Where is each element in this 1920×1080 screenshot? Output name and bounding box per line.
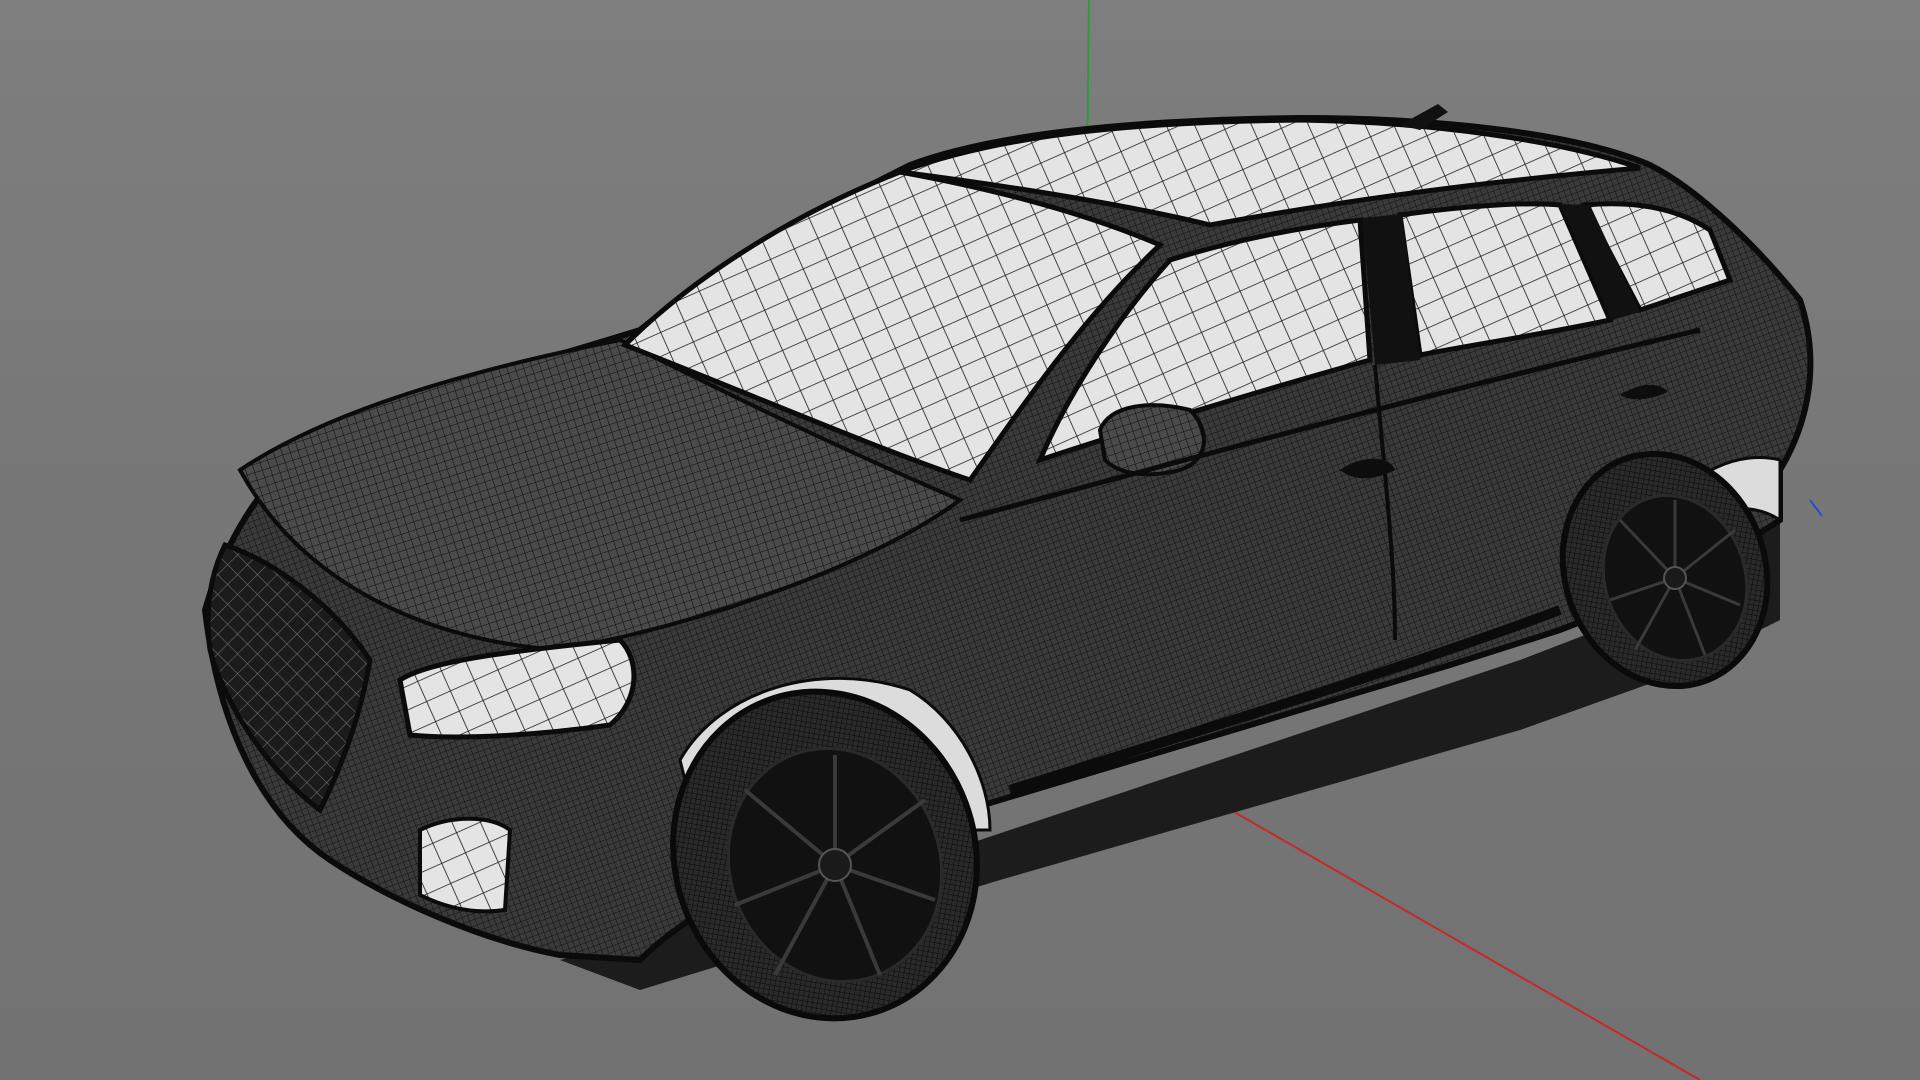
3d-viewport[interactable] [0,0,1920,1080]
z-axis-line [1809,499,1823,517]
car-side-mirror [1097,403,1206,477]
car-lower-intake [418,816,513,914]
x-axis-line [1195,789,1701,1080]
car-wireframe-model[interactable] [201,104,1814,1061]
viewport-scene[interactable] [0,0,1920,1080]
